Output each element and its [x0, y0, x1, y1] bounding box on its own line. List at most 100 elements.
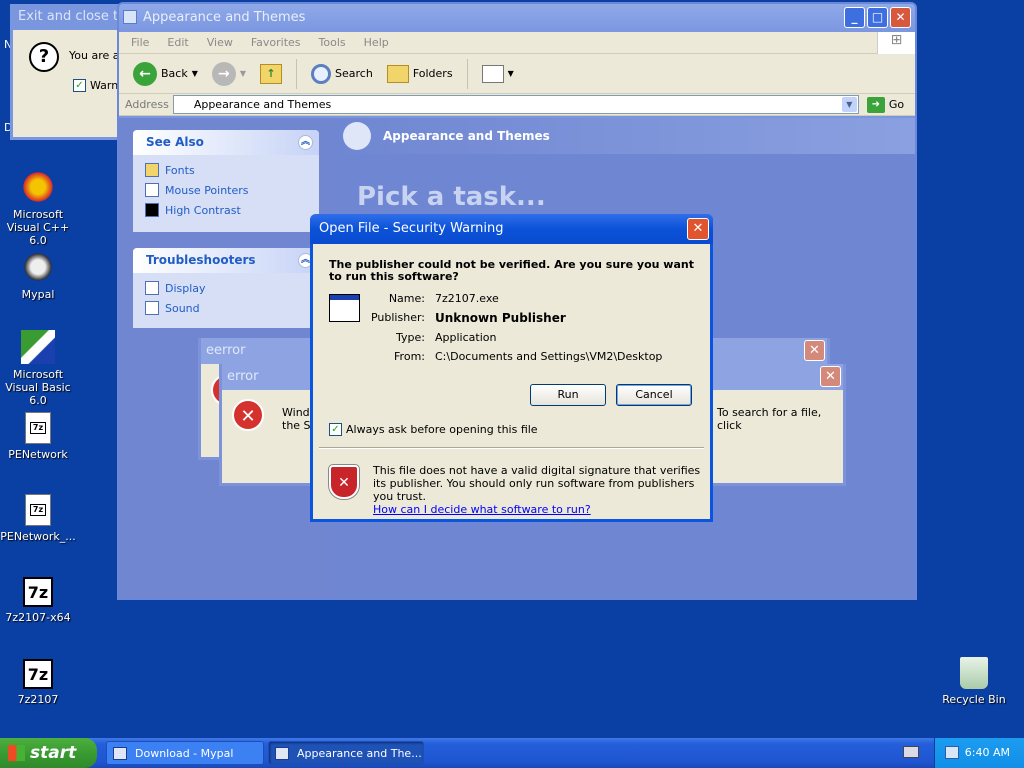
desktop-icon-penetwork-2[interactable]: 7z PENetwork_... — [0, 494, 79, 543]
see-also-panel: See Also ︽ Fonts Mouse Pointers High Con… — [133, 130, 319, 232]
high-contrast-icon — [145, 203, 159, 217]
desktop-icon-visual-basic[interactable]: Microsoft Visual Basic 6.0 — [0, 330, 79, 407]
network-icon[interactable] — [945, 746, 959, 759]
back-arrow-icon: ← — [133, 61, 157, 86]
folders-icon — [386, 64, 409, 83]
see-also-high-contrast[interactable]: High Contrast — [133, 200, 319, 220]
menu-favorites[interactable]: Favorites — [251, 36, 301, 49]
start-button[interactable]: start — [0, 738, 97, 768]
help-icon — [145, 301, 159, 315]
run-button[interactable]: Run — [530, 384, 606, 406]
desktop-icon-label: Recycle Bin — [942, 693, 1006, 706]
desktop-icon-label: Mypal — [21, 288, 55, 301]
exit-and-close-window[interactable]: Exit and close ta ? You are ab ✓ Warn — [10, 4, 130, 140]
mouse-icon — [145, 183, 159, 197]
desktop-icon-label: 7z2107-x64 — [5, 611, 71, 624]
see-also-item-label: High Contrast — [165, 203, 241, 217]
troubleshooter-display[interactable]: Display — [133, 278, 319, 298]
menu-help[interactable]: Help — [364, 36, 389, 49]
explorer-titlebar[interactable]: Appearance and Themes _ □ ✕ — [119, 4, 915, 32]
back-button[interactable]: ← Back ▼ — [129, 60, 202, 88]
always-ask-checkbox[interactable]: ✓ Always ask before opening this file — [329, 423, 538, 436]
explorer-title: Appearance and Themes — [143, 10, 306, 25]
appearance-themes-icon — [343, 122, 371, 150]
views-button[interactable]: ▼ — [478, 63, 518, 85]
taskbar-item-appearance[interactable]: Appearance and The... — [268, 741, 424, 765]
troubleshooters-title: Troubleshooters — [146, 253, 256, 267]
desktop-icon-penetwork[interactable]: 7z PENetwork — [0, 412, 79, 461]
security-warning-dialog[interactable]: Open File - Security Warning ✕ The publi… — [310, 214, 713, 522]
divider — [319, 447, 704, 449]
error-icon: ✕ — [232, 399, 264, 431]
system-tray: 6:40 AM — [934, 738, 1024, 768]
cancel-button[interactable]: Cancel — [616, 384, 692, 406]
desktop-icon-7z2107[interactable]: 7z 7z2107 — [0, 659, 79, 706]
taskbar-item-mypal[interactable]: Download - Mypal — [106, 741, 264, 765]
keyboard-icon[interactable] — [903, 746, 919, 758]
desktop-icon-mypal[interactable]: Mypal — [0, 250, 79, 301]
desktop-icon-label: Microsoft Visual C++ 6.0 — [6, 208, 70, 247]
desktop-icon-recycle-bin[interactable]: Recycle Bin — [933, 657, 1015, 706]
field-label: From: — [394, 350, 425, 363]
menu-file[interactable]: File — [131, 36, 149, 49]
error-front-title: error — [227, 369, 259, 384]
security-question: The publisher could not be verified. Are… — [329, 258, 694, 283]
see-also-mouse-pointers[interactable]: Mouse Pointers — [133, 180, 319, 200]
menu-edit[interactable]: Edit — [167, 36, 188, 49]
address-label: Address — [125, 98, 169, 111]
folders-button[interactable]: Folders — [383, 63, 457, 85]
windows-logo-icon — [8, 745, 25, 761]
close-button[interactable]: ✕ — [890, 7, 911, 28]
toolbar: ← Back ▼ → ▼ ↑ Search Folders ▼ — [119, 54, 915, 94]
menu-tools[interactable]: Tools — [319, 36, 346, 49]
collapse-chevron-icon[interactable]: ︽ — [298, 135, 313, 150]
views-icon — [481, 64, 504, 83]
troubleshooter-item-label: Display — [165, 281, 206, 295]
desktop-icon-7z2107-x64[interactable]: 7z 7z2107-x64 — [0, 577, 79, 624]
see-also-title: See Also — [146, 135, 204, 149]
security-dialog-title: Open File - Security Warning — [319, 221, 504, 236]
see-also-fonts[interactable]: Fonts — [133, 160, 319, 180]
see-also-item-label: Mouse Pointers — [165, 183, 249, 197]
windows-flag-icon: ⊞ — [877, 32, 915, 54]
security-info-text: This file does not have a valid digital … — [373, 464, 701, 503]
desktop-icon-label: PENetwork_... — [0, 530, 76, 543]
toolbar-separator — [466, 58, 468, 89]
address-bar: Address Appearance and Themes ▼ ➜ Go — [119, 94, 915, 116]
taskbar-item-label: Download - Mypal — [135, 747, 234, 760]
desktop-icon-label: PENetwork — [8, 448, 68, 461]
troubleshooter-item-label: Sound — [165, 301, 200, 315]
chevron-down-icon[interactable]: ▼ — [841, 97, 857, 112]
close-button[interactable]: ✕ — [687, 218, 709, 240]
warn-checkbox[interactable]: ✓ Warn — [73, 79, 118, 92]
visual-cpp-icon — [21, 170, 55, 204]
minimize-button[interactable]: _ — [844, 7, 865, 28]
visual-basic-icon — [21, 330, 55, 364]
taskbar-item-label: Appearance and The... — [297, 747, 422, 760]
menu-view[interactable]: View — [207, 36, 233, 49]
exit-window-title: Exit and close ta — [13, 4, 127, 30]
up-folder-button[interactable]: ↑ — [256, 62, 286, 86]
close-button[interactable]: ✕ — [820, 366, 841, 387]
troubleshooter-sound[interactable]: Sound — [133, 298, 319, 318]
7z-file-icon: 7z — [25, 412, 51, 444]
see-also-header[interactable]: See Also ︽ — [133, 130, 319, 155]
go-label: Go — [888, 98, 905, 111]
clock[interactable]: 6:40 AM — [965, 738, 1010, 768]
desktop-icon-visual-cpp[interactable]: Microsoft Visual C++ 6.0 — [0, 170, 79, 247]
field-value-from: C:\Documents and Settings\VM2\Desktop — [435, 350, 663, 363]
fonts-folder-icon — [145, 163, 159, 177]
address-field[interactable]: Appearance and Themes ▼ — [172, 95, 859, 114]
go-button[interactable]: ➜ Go — [866, 96, 905, 113]
back-label: Back — [161, 67, 188, 80]
search-label: Search — [335, 67, 373, 80]
troubleshooters-header[interactable]: Troubleshooters ︽ — [133, 248, 319, 273]
menu-bar: File Edit View Favorites Tools Help ⊞ — [119, 32, 915, 54]
close-button[interactable]: ✕ — [804, 340, 825, 361]
help-link[interactable]: How can I decide what software to run? — [373, 503, 703, 516]
forward-button[interactable]: → ▼ — [208, 60, 250, 88]
search-button[interactable]: Search — [307, 62, 377, 86]
maximize-button[interactable]: □ — [867, 7, 888, 28]
security-dialog-titlebar[interactable]: Open File - Security Warning ✕ — [310, 214, 713, 244]
taskbar: start Download - Mypal Appearance and Th… — [0, 738, 1024, 768]
